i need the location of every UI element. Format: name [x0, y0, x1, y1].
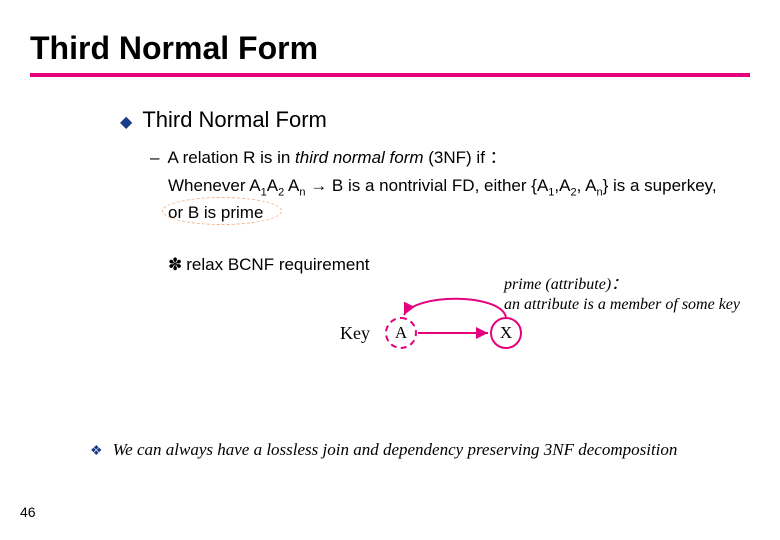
definition-row: – A relation R is in third normal form (… [120, 143, 750, 168]
prime-annotation: prime (attribute)： an attribute is a mem… [504, 275, 740, 315]
prime-highlight: or B is prime [168, 201, 263, 225]
definition-text: A relation R is in third normal form (3N… [167, 143, 506, 168]
relax-text: relax BCNF requirement [186, 255, 369, 275]
slide-title: Third Normal Form [30, 30, 750, 67]
footer-text: We can always have a lossless join and d… [113, 440, 678, 460]
diamond-bullet-icon: ◆ [120, 112, 132, 132]
relax-row: ✽ relax BCNF requirement [120, 255, 750, 275]
star-bullet-icon: ✽ [168, 255, 182, 275]
hollow-diamond-icon: ❖ [90, 442, 103, 459]
footer-row: ❖ We can always have a lossless join and… [90, 440, 677, 460]
title-underline [30, 73, 750, 77]
content-area: ◆ Third Normal Form – A relation R is in… [30, 107, 750, 365]
page-number: 46 [20, 504, 36, 520]
arrow-x-to-a [404, 298, 506, 316]
dashed-oval-icon [162, 197, 282, 225]
section-heading-row: ◆ Third Normal Form [120, 107, 750, 133]
slide: Third Normal Form ◆ Third Normal Form – … [0, 0, 780, 540]
section-heading: Third Normal Form [142, 107, 327, 133]
dash-bullet-icon: – [150, 148, 159, 168]
condition-text: Whenever A1A2 An → B is a nontrivial FD,… [120, 174, 750, 225]
